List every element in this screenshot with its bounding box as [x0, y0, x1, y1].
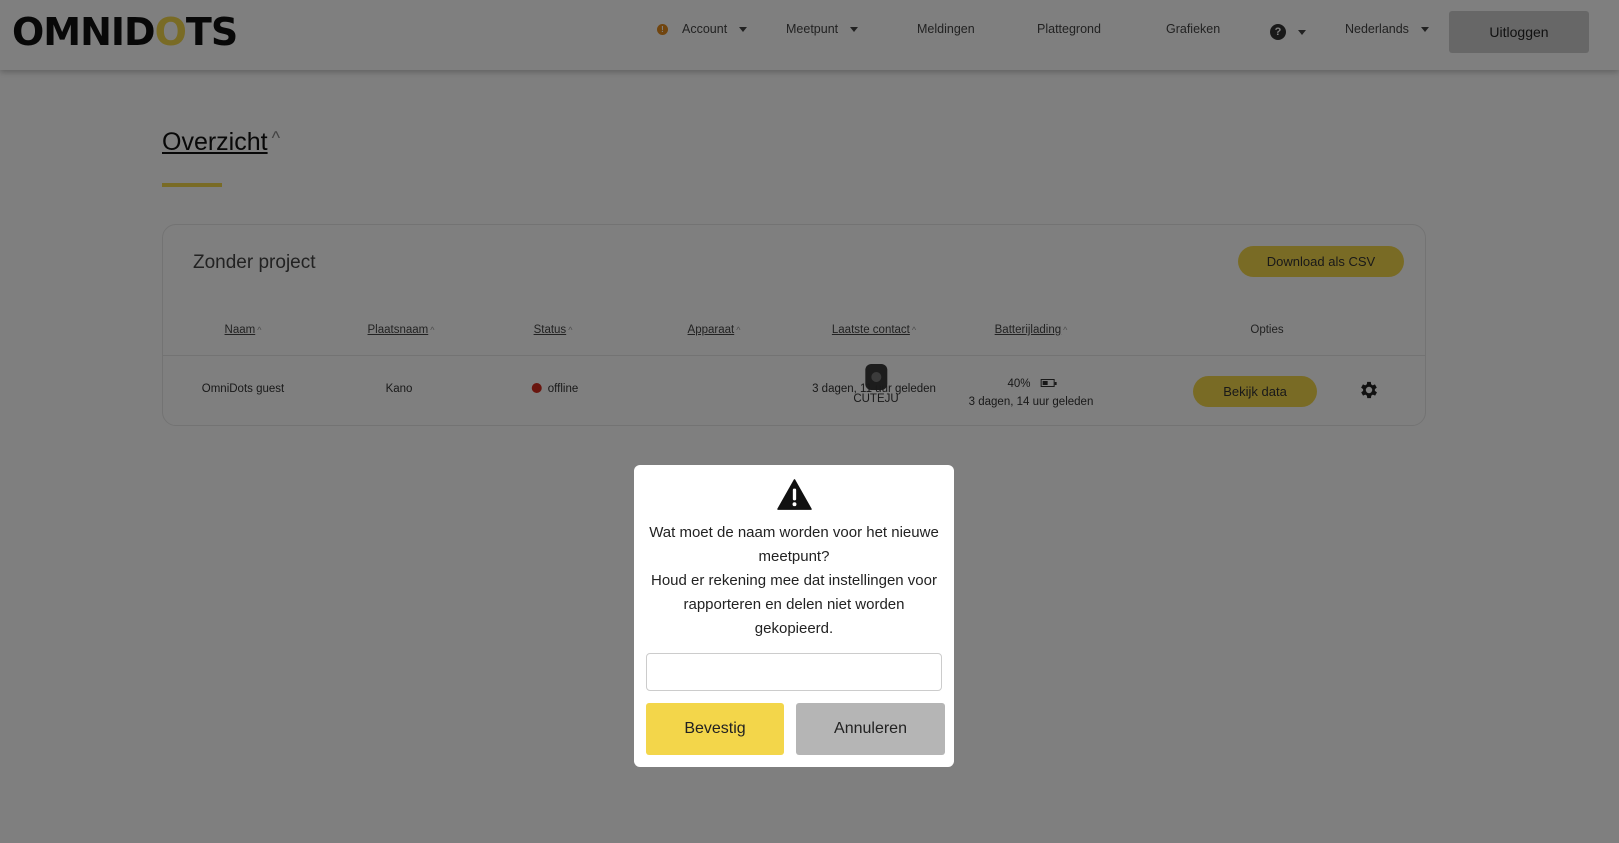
meetpunt-name-input[interactable] — [646, 653, 942, 691]
cancel-button[interactable]: Annuleren — [796, 703, 945, 755]
warning-triangle-icon — [777, 479, 812, 510]
rename-dialog: Wat moet de naam worden voor het nieuwe … — [634, 465, 954, 767]
dialog-message: Wat moet de naam worden voor het nieuwe … — [649, 524, 939, 637]
confirm-button[interactable]: Bevestig — [646, 703, 784, 755]
